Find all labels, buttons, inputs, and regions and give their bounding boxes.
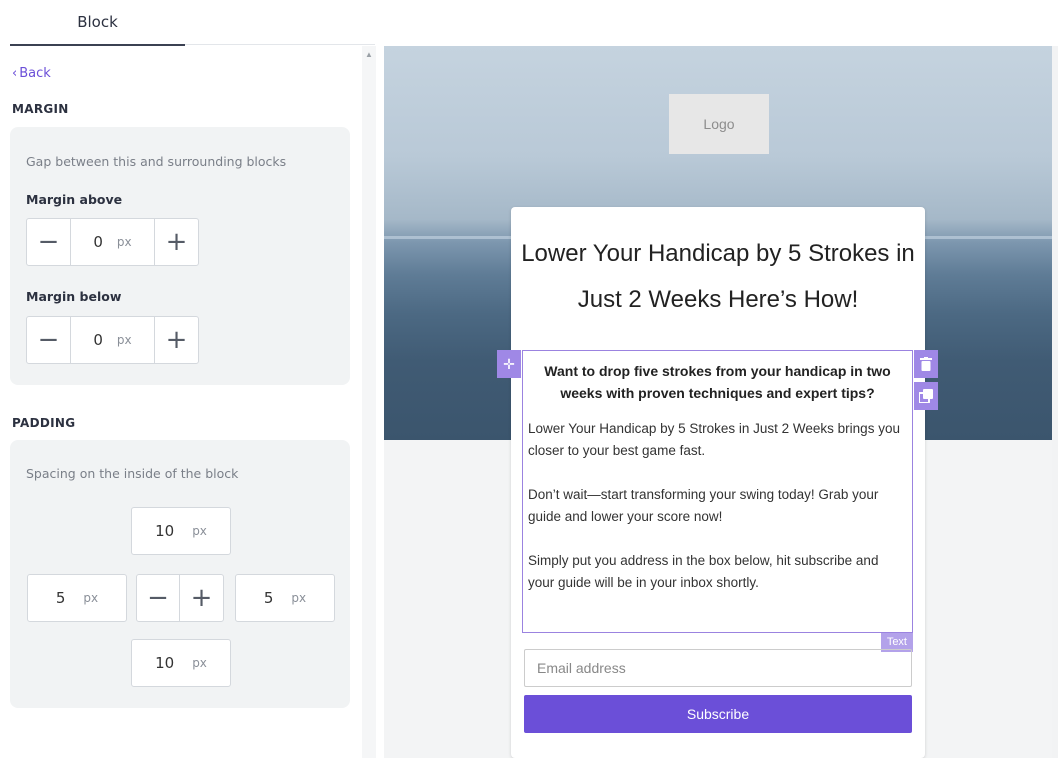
tab-block[interactable]: Block xyxy=(10,0,185,46)
padding-top-input[interactable]: 10 px xyxy=(131,507,231,555)
form-headline[interactable]: Lower Your Handicap by 5 Strokes in Just… xyxy=(511,231,925,323)
padding-left-value: 5 xyxy=(55,589,66,607)
padding-bottom-unit: px xyxy=(192,656,207,670)
margin-above-decrement-button[interactable]: − xyxy=(27,219,71,265)
padding-right-input[interactable]: 5 px xyxy=(235,574,335,622)
minus-icon: − xyxy=(147,583,169,613)
margin-below-input[interactable]: 0 px xyxy=(71,317,154,363)
padding-card: Spacing on the inside of the block 10 px… xyxy=(10,440,350,708)
settings-panel: ‹ Back MARGIN Gap between this and surrou… xyxy=(0,46,362,758)
text-block-paragraph-2: Don’t wait—start transforming your swing… xyxy=(528,487,879,524)
padding-right-unit: px xyxy=(291,591,307,605)
margin-above-value: 0 xyxy=(93,233,103,251)
padding-top-value: 10 xyxy=(155,522,175,540)
margin-description: Gap between this and surrounding blocks xyxy=(26,154,287,169)
minus-icon: − xyxy=(37,325,60,355)
margin-above-increment-button[interactable]: + xyxy=(154,219,198,265)
text-block-lead: Want to drop five strokes from your hand… xyxy=(544,363,891,401)
signup-form-card: Lower Your Handicap by 5 Strokes in Just… xyxy=(497,207,938,758)
padding-top-unit: px xyxy=(192,524,207,538)
margin-above-label: Margin above xyxy=(26,192,123,207)
back-link[interactable]: ‹ Back xyxy=(12,66,51,81)
margin-below-stepper: − 0 px + xyxy=(26,316,199,364)
email-input[interactable]: Email address xyxy=(524,649,912,687)
padding-decrement-button[interactable]: − xyxy=(137,575,181,621)
margin-below-increment-button[interactable]: + xyxy=(154,317,198,363)
margin-above-input[interactable]: 0 px xyxy=(71,219,154,265)
padding-left-input[interactable]: 5 px xyxy=(27,574,127,622)
scroll-up-icon[interactable]: ▲ xyxy=(362,50,376,59)
margin-card: Gap between this and surrounding blocks … xyxy=(10,127,350,385)
plus-icon: + xyxy=(165,227,188,257)
margin-below-label: Margin below xyxy=(26,289,122,304)
minus-icon: − xyxy=(37,227,60,257)
padding-increment-button[interactable]: + xyxy=(180,575,223,621)
padding-section-title: PADDING xyxy=(12,416,76,430)
logo-placeholder[interactable]: Logo xyxy=(669,94,769,154)
margin-below-value: 0 xyxy=(93,331,103,349)
canvas-scrollbar[interactable] xyxy=(1052,46,1058,758)
plus-icon: + xyxy=(190,583,213,613)
padding-left-unit: px xyxy=(83,591,99,605)
trash-icon[interactable] xyxy=(914,350,938,378)
panel-scrollbar[interactable]: ▲ xyxy=(362,46,376,758)
padding-description: Spacing on the inside of the block xyxy=(26,466,239,481)
text-block-paragraph-1: Lower Your Handicap by 5 Strokes in Just… xyxy=(528,421,900,458)
padding-right-value: 5 xyxy=(263,589,274,607)
tab-bar: Block xyxy=(0,0,1058,46)
padding-bottom-value: 10 xyxy=(155,654,175,672)
margin-section-title: MARGIN xyxy=(12,102,69,116)
margin-above-unit: px xyxy=(116,235,132,249)
preview-canvas: Logo Lower Your Handicap by 5 Strokes in… xyxy=(384,46,1052,758)
margin-below-decrement-button[interactable]: − xyxy=(27,317,71,363)
padding-bottom-input[interactable]: 10 px xyxy=(131,639,231,687)
duplicate-icon[interactable] xyxy=(914,382,938,410)
back-label: Back xyxy=(19,66,51,81)
margin-below-unit: px xyxy=(116,333,132,347)
plus-icon: + xyxy=(165,325,188,355)
chevron-left-icon: ‹ xyxy=(12,66,18,81)
padding-stepper: − + xyxy=(136,574,224,622)
subscribe-button[interactable]: Subscribe xyxy=(524,695,912,733)
selected-text-block[interactable]: ✛ Want to drop five strokes from your ha… xyxy=(497,350,938,652)
text-block-paragraph-3: Simply put you address in the box below,… xyxy=(528,553,879,590)
margin-above-stepper: − 0 px + xyxy=(26,218,199,266)
move-icon[interactable]: ✛ xyxy=(497,350,521,378)
tab-divider xyxy=(185,44,375,45)
